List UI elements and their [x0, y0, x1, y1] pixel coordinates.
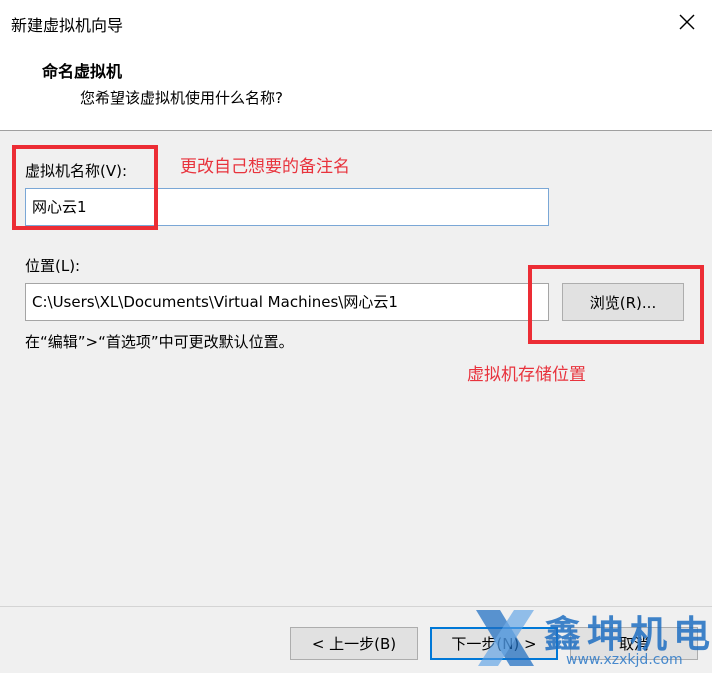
back-button[interactable]: < 上一步(B) [290, 627, 418, 660]
watermark-logo-icon [476, 610, 534, 666]
location-hint: 在“编辑”>“首选项”中可更改默认位置。 [25, 333, 294, 351]
page-subtitle: 您希望该虚拟机使用什么名称? [80, 89, 283, 107]
wizard-header: 命名虚拟机 您希望该虚拟机使用什么名称? [0, 44, 712, 131]
watermark-url: www.xzxkjd.com [566, 652, 683, 668]
window-title: 新建虚拟机向导 [11, 16, 124, 35]
watermark: 鑫坤机电 www.xzxkjd.com [470, 602, 712, 673]
annotation-box-location [528, 265, 704, 344]
location-label: 位置(L): [25, 257, 81, 275]
close-icon [679, 14, 695, 30]
annotation-name-note: 更改自己想要的备注名 [180, 157, 350, 177]
close-button[interactable] [662, 0, 712, 44]
annotation-box-name [12, 145, 158, 230]
location-input[interactable]: C:\Users\XL\Documents\Virtual Machines\网… [25, 283, 549, 321]
annotation-location-note: 虚拟机存储位置 [467, 365, 586, 385]
title-bar: 新建虚拟机向导 [0, 0, 712, 44]
page-title: 命名虚拟机 [42, 62, 123, 81]
watermark-brand: 鑫坤机电 [544, 613, 712, 656]
